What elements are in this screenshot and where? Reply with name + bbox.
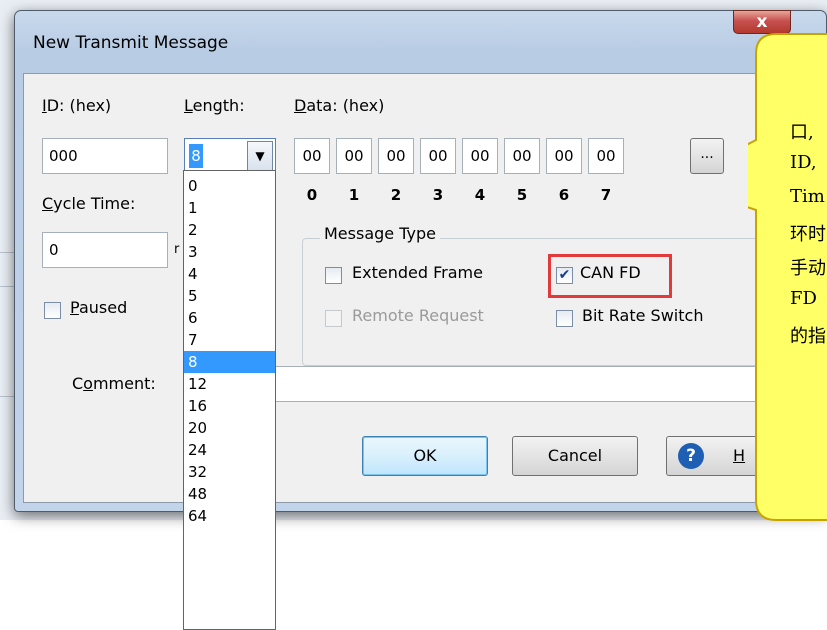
byte-index: 1 [348, 186, 360, 204]
paused-checkbox[interactable] [44, 302, 61, 319]
can-fd-highlight-box [548, 254, 672, 298]
data-label: Data: (hex) [294, 96, 385, 115]
byte-index: 2 [390, 186, 402, 204]
close-button[interactable]: x [733, 10, 791, 34]
dropdown-option[interactable]: 1 [184, 197, 275, 219]
callout-text-line: 手动 [790, 258, 826, 279]
data-byte-4[interactable]: 00 [462, 138, 498, 174]
length-label: Length: [184, 96, 245, 115]
length-value: 8 [189, 144, 203, 168]
id-input[interactable]: 000 [42, 138, 168, 174]
dropdown-option[interactable]: 48 [184, 483, 275, 505]
remote-request-label: Remote Request [352, 306, 484, 325]
help-icon: ? [678, 443, 704, 469]
byte-index: 5 [516, 186, 528, 204]
extended-frame-checkbox[interactable] [325, 267, 342, 284]
data-byte-0[interactable]: 00 [294, 138, 330, 174]
dropdown-option[interactable]: 5 [184, 285, 275, 307]
bit-rate-switch-checkbox[interactable] [556, 310, 573, 327]
byte-index: 7 [600, 186, 612, 204]
dropdown-option[interactable]: 2 [184, 219, 275, 241]
byte-index: 6 [558, 186, 570, 204]
extended-frame-label: Extended Frame [352, 263, 483, 282]
close-icon: x [756, 12, 768, 32]
data-byte-6[interactable]: 00 [546, 138, 582, 174]
dropdown-option[interactable]: 7 [184, 329, 275, 351]
byte-index: 0 [306, 186, 318, 204]
dropdown-option[interactable]: 6 [184, 307, 275, 329]
bit-rate-switch-label: Bit Rate Switch [582, 306, 704, 325]
callout-text-line: 环时 [790, 224, 826, 245]
callout-text-line: Tim [790, 186, 825, 207]
data-byte-1[interactable]: 00 [336, 138, 372, 174]
data-byte-2[interactable]: 00 [378, 138, 414, 174]
dropdown-option[interactable]: 16 [184, 395, 275, 417]
dialog-client-area: ID: (hex) 000 Length: 8 ▼ Data: (hex) 00… [23, 73, 820, 503]
cancel-button[interactable]: Cancel [512, 436, 638, 476]
cycle-time-label: Cycle Time: [42, 194, 136, 213]
new-transmit-message-dialog: New Transmit Message x ID: (hex) 000 Len… [14, 10, 827, 512]
callout-text-line: 的指 [790, 326, 826, 347]
paused-label: Paused [70, 298, 128, 317]
chevron-down-icon[interactable]: ▼ [247, 141, 273, 171]
data-byte-3[interactable]: 00 [420, 138, 456, 174]
dropdown-option-selected[interactable]: 8 [184, 351, 275, 373]
dropdown-option[interactable]: 0 [184, 175, 275, 197]
data-byte-7[interactable]: 00 [588, 138, 624, 174]
length-combobox[interactable]: 8 ▼ [184, 138, 276, 174]
dropdown-option[interactable]: 20 [184, 417, 275, 439]
callout-text-line: 口, [790, 122, 814, 143]
cycle-time-input[interactable]: 0 [42, 232, 168, 268]
screen: New Transmit Message x ID: (hex) 000 Len… [0, 0, 827, 630]
annotation-callout: 口, ID, Tim 环时 手动 FD 的指 [748, 32, 827, 522]
message-type-title: Message Type [320, 224, 440, 243]
dialog-title: New Transmit Message [33, 33, 229, 53]
remote-request-checkbox [325, 310, 342, 327]
id-label: ID: (hex) [42, 96, 112, 115]
length-dropdown-list: 0 1 2 3 4 5 6 7 8 12 16 20 24 32 48 64 [183, 170, 276, 630]
comment-label: Comment: [72, 374, 156, 393]
ok-button[interactable]: OK [362, 436, 488, 476]
cycle-time-unit: r [174, 242, 180, 257]
byte-index: 4 [474, 186, 486, 204]
dropdown-option[interactable]: 3 [184, 241, 275, 263]
callout-text-line: FD [790, 288, 817, 309]
callout-text-line: ID, [790, 152, 817, 173]
dropdown-option[interactable]: 12 [184, 373, 275, 395]
data-more-button[interactable]: ... [690, 138, 724, 174]
byte-index: 3 [432, 186, 444, 204]
dropdown-option[interactable]: 4 [184, 263, 275, 285]
comment-input[interactable] [200, 366, 820, 402]
data-byte-5[interactable]: 00 [504, 138, 540, 174]
dropdown-option[interactable]: 32 [184, 461, 275, 483]
dropdown-option[interactable]: 64 [184, 505, 275, 527]
dropdown-option[interactable]: 24 [184, 439, 275, 461]
